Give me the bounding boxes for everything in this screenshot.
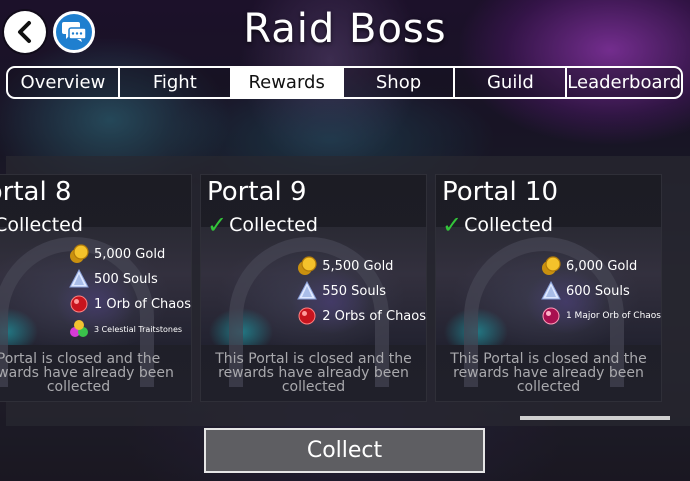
reward-item: 3 Celestial Traitstones [69, 318, 191, 340]
reward-item: 1 Major Orb of Chaos [541, 305, 661, 327]
portal-card-list[interactable]: Portal 8 ✓ Collected 5,000 Gold 500 Soul… [0, 174, 690, 404]
tab-guild[interactable]: Guild [455, 68, 568, 97]
collect-button[interactable]: Collect [204, 428, 485, 473]
reward-item: 2 Orbs of Chaos [297, 305, 426, 327]
orb-of-chaos-icon [298, 307, 316, 325]
major-orb-of-chaos-icon [542, 307, 560, 325]
collected-label: Collected [229, 214, 318, 236]
portal-description: This Portal is closed and the rewards ha… [450, 351, 647, 395]
tab-overview[interactable]: Overview [8, 68, 120, 97]
reward-item: 1 Orb of Chaos [69, 293, 191, 315]
tab-leaderboard[interactable]: Leaderboard [567, 68, 681, 97]
gold-coin-icon [541, 256, 561, 275]
page-title: Raid Boss [243, 6, 447, 52]
collected-status: ✓ Collected [0, 211, 83, 239]
portal-card[interactable]: Portal 9 ✓ Collected 5,500 Gold 550 Soul… [200, 174, 427, 402]
reward-list: 5,500 Gold 550 Souls 2 Orbs of Chaos [297, 255, 426, 327]
orb-of-chaos-icon [70, 295, 88, 313]
collected-status: ✓ Collected [442, 211, 553, 239]
tab-bar: Overview Fight Rewards Shop Guild Leader… [6, 66, 683, 99]
reward-list: 5,000 Gold 500 Souls 1 Orb of Chaos 3 Ce… [69, 243, 191, 340]
horizontal-scrollbar[interactable] [520, 416, 670, 420]
traitstone-icon [69, 320, 88, 337]
tab-fight[interactable]: Fight [120, 68, 232, 97]
tab-rewards[interactable]: Rewards [231, 68, 344, 97]
collected-label: Collected [0, 214, 83, 236]
reward-item: 500 Souls [69, 268, 191, 290]
soul-crystal-icon [541, 281, 561, 300]
portal-description: This Portal is closed and the rewards ha… [215, 351, 412, 395]
tab-shop[interactable]: Shop [344, 68, 456, 97]
portal-title: Portal 8 [0, 177, 72, 207]
reward-item: 6,000 Gold [541, 255, 661, 277]
reward-item: 5,500 Gold [297, 255, 426, 277]
portal-card[interactable]: Portal 8 ✓ Collected 5,000 Gold 500 Soul… [0, 174, 192, 402]
portal-card[interactable]: Portal 10 ✓ Collected 6,000 Gold 600 Sou… [435, 174, 662, 402]
collected-status: ✓ Collected [207, 211, 318, 239]
checkmark-icon: ✓ [442, 211, 463, 239]
reward-item: 5,000 Gold [69, 243, 191, 265]
gold-coin-icon [298, 256, 317, 275]
soul-crystal-icon [297, 281, 318, 300]
reward-list: 6,000 Gold 600 Souls 1 Major Orb of Chao… [541, 255, 661, 327]
reward-item: 550 Souls [297, 280, 426, 302]
portal-description: Portal is closed and the rewards have al… [0, 351, 174, 395]
soul-crystal-icon [69, 269, 89, 288]
collected-label: Collected [464, 214, 553, 236]
checkmark-icon: ✓ [207, 211, 228, 239]
portal-title: Portal 9 [207, 177, 307, 207]
portal-title: Portal 10 [442, 177, 559, 207]
gold-coin-icon [69, 244, 89, 263]
reward-item: 600 Souls [541, 280, 661, 302]
